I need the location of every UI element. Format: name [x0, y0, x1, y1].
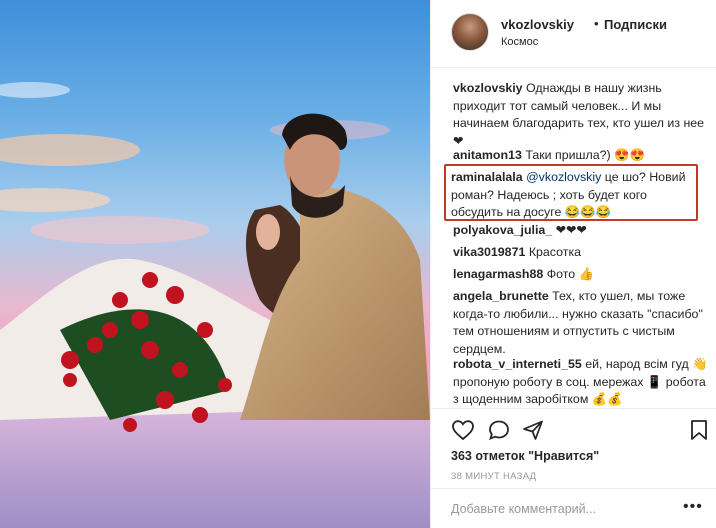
add-comment-bar: ••• [431, 488, 716, 528]
comment-caption: vkozlovskiy Однажды в нашу жизнь приходи… [453, 80, 711, 150]
comment-text: Фото 👍 [546, 267, 595, 281]
heart-icon[interactable] [451, 419, 475, 441]
likes-count[interactable]: 363 отметок "Нравится" [451, 449, 599, 463]
comment-username[interactable]: raminalalala [451, 170, 523, 184]
comment-item: anitamon13 Таки пришла?) 😍😍 [453, 147, 711, 165]
comment-text: Таки пришла?) 😍😍 [525, 148, 645, 162]
comment-username[interactable]: vika3019871 [453, 245, 525, 259]
post-side-panel: vkozlovskiy • Подписки Космос vkozlovski… [430, 0, 716, 528]
location-link[interactable]: Космос [501, 36, 538, 48]
comment-username[interactable]: angela_brunette [453, 289, 549, 303]
post-header: vkozlovskiy • Подписки Космос [431, 0, 716, 68]
comment-item: angela_brunette Тех, кто ушел, мы тоже к… [453, 288, 711, 358]
comment-username[interactable]: lenagarmash88 [453, 267, 543, 281]
more-options-icon[interactable]: ••• [683, 498, 703, 516]
comment-item-highlighted: raminalalala @vkozlovskiy це шо? Новий р… [451, 169, 696, 222]
comment-mention[interactable]: @vkozlovskiy [526, 170, 601, 184]
following-button[interactable]: Подписки [604, 17, 667, 32]
comment-item: polyakova_julia_ ❤❤❤ [453, 222, 711, 240]
comment-text: ❤❤❤ [555, 223, 587, 237]
bookmark-icon[interactable] [689, 419, 709, 441]
post-photo[interactable] [0, 0, 430, 528]
comments-list[interactable]: vkozlovskiy Однажды в нашу жизнь приходи… [431, 68, 716, 408]
comment-username[interactable]: polyakova_julia_ [453, 223, 552, 237]
comment-item: vika3019871 Красотка [453, 244, 711, 262]
comment-username[interactable]: vkozlovskiy [453, 81, 523, 95]
comment-input[interactable] [451, 498, 651, 520]
author-username[interactable]: vkozlovskiy [501, 17, 574, 32]
comment-username[interactable]: anitamon13 [453, 148, 522, 162]
comment-item: lenagarmash88 Фото 👍 [453, 266, 711, 284]
share-icon[interactable] [521, 419, 545, 441]
post-time[interactable]: 38 МИНУТ НАЗАД [451, 471, 536, 482]
comment-text: Красотка [528, 245, 582, 259]
comment-icon[interactable] [487, 419, 511, 441]
comment-username[interactable]: robota_v_interneti_55 [453, 357, 582, 371]
couple-with-roses-illustration [0, 82, 430, 528]
avatar[interactable] [451, 13, 489, 51]
header-separator: • [594, 16, 599, 31]
comment-item: robota_v_interneti_55 ей, народ всім гуд… [453, 356, 711, 409]
